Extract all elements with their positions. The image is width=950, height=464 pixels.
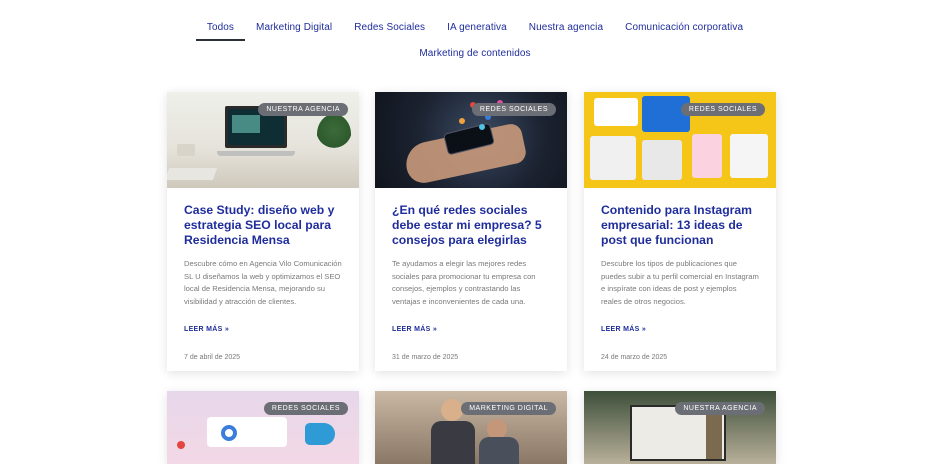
post-card[interactable]: Redes Sociales (167, 391, 359, 464)
post-thumbnail[interactable]: Nuestra agencia (584, 391, 776, 464)
read-more-link[interactable]: LEER MÁS » (601, 326, 646, 333)
filter-marketing-digital[interactable]: Marketing Digital (245, 18, 343, 41)
filter-comunicacion-corporativa[interactable]: Comunicación corporativa (614, 18, 754, 41)
category-badge[interactable]: Redes Sociales (680, 103, 765, 116)
category-badge[interactable]: Marketing Digital (461, 402, 556, 415)
category-badge[interactable]: Redes Sociales (471, 103, 556, 116)
post-thumbnail[interactable]: Marketing Digital (375, 391, 567, 464)
post-card[interactable]: Redes Sociales Contenido para Instagram … (584, 92, 776, 371)
category-badge[interactable]: Nuestra agencia (675, 402, 765, 415)
post-title[interactable]: Case Study: diseño web y estrategia SEO … (184, 203, 342, 248)
post-card[interactable]: Marketing Digital (375, 391, 567, 464)
post-excerpt: Te ayudamos a elegir las mejores redes s… (392, 259, 536, 306)
filter-redes-sociales[interactable]: Redes Sociales (343, 18, 436, 41)
post-date: 24 de marzo de 2025 (601, 354, 668, 361)
post-thumbnail[interactable]: Redes Sociales (375, 92, 567, 188)
read-more-link[interactable]: LEER MÁS » (184, 326, 229, 333)
filter-row-1: Todos Marketing Digital Redes Sociales I… (0, 18, 950, 41)
post-title[interactable]: ¿En qué redes sociales debe estar mi emp… (392, 203, 550, 248)
post-excerpt: Descubre cómo en Agencia Vilo Comunicaci… (184, 259, 342, 306)
filter-ia-generativa[interactable]: IA generativa (436, 18, 518, 41)
read-more-link[interactable]: LEER MÁS » (392, 326, 437, 333)
post-card[interactable]: Nuestra agencia Case Study: diseño web y… (167, 92, 359, 371)
post-excerpt: Descubre los tipos de publicaciones que … (601, 259, 759, 306)
post-card[interactable]: Redes Sociales ¿En qué redes sociales de… (375, 92, 567, 371)
filter-todos[interactable]: Todos (195, 18, 246, 41)
category-filter-bar: Todos Marketing Digital Redes Sociales I… (0, 0, 950, 80)
filter-marketing-contenidos[interactable]: Marketing de contenidos (408, 44, 541, 67)
post-date: 31 de marzo de 2025 (392, 354, 459, 361)
post-thumbnail[interactable]: Nuestra agencia (167, 92, 359, 188)
post-thumbnail[interactable]: Redes Sociales (584, 92, 776, 188)
category-badge[interactable]: Nuestra agencia (258, 103, 348, 116)
post-title[interactable]: Contenido para Instagram empresarial: 13… (601, 203, 759, 248)
filter-row-2: Marketing de contenidos (0, 44, 950, 67)
post-thumbnail[interactable]: Redes Sociales (167, 391, 359, 464)
post-date: 7 de abril de 2025 (184, 354, 241, 361)
post-card[interactable]: Nuestra agencia (584, 391, 776, 464)
filter-nuestra-agencia[interactable]: Nuestra agencia (518, 18, 614, 41)
category-badge[interactable]: Redes Sociales (263, 402, 348, 415)
